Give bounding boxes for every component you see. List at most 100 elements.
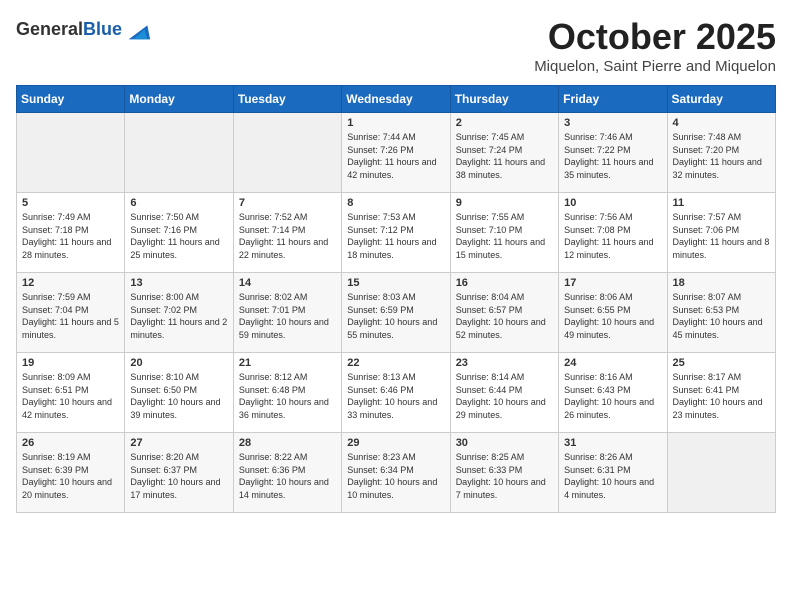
day-info: Sunrise: 7:44 AMSunset: 7:26 PMDaylight:…	[347, 131, 444, 181]
calendar-week-row: 26 Sunrise: 8:19 AMSunset: 6:39 PMDayligh…	[17, 433, 776, 513]
day-number: 13	[130, 277, 227, 289]
logo: GeneralBlue	[16, 16, 152, 44]
day-number: 27	[130, 437, 227, 449]
calendar-cell: 4 Sunrise: 7:48 AMSunset: 7:20 PMDaylight…	[667, 113, 775, 193]
day-number: 14	[239, 277, 336, 289]
day-number: 9	[456, 197, 553, 209]
calendar-week-row: 19 Sunrise: 8:09 AMSunset: 6:51 PMDayligh…	[17, 353, 776, 433]
calendar-cell: 10 Sunrise: 7:56 AMSunset: 7:08 PMDayligh…	[559, 193, 667, 273]
day-number: 5	[22, 197, 119, 209]
calendar-cell: 23Sunrise: 8:14 AMSunset: 6:44 PMDayligh…	[450, 353, 558, 433]
day-number: 28	[239, 437, 336, 449]
calendar-week-row: 12 Sunrise: 7:59 AMSunset: 7:04 PMDayligh…	[17, 273, 776, 353]
calendar-cell: 9 Sunrise: 7:55 AMSunset: 7:10 PMDaylight…	[450, 193, 558, 273]
day-info: Sunrise: 8:22 AMSunset: 6:36 PMDaylight:…	[239, 451, 336, 501]
day-info: Sunrise: 7:52 AMSunset: 7:14 PMDaylight:…	[239, 211, 336, 261]
calendar-cell: 14Sunrise: 8:02 AMSunset: 7:01 PMDayligh…	[233, 273, 341, 353]
day-info: Sunrise: 8:10 AMSunset: 6:50 PMDaylight:…	[130, 371, 227, 421]
calendar-cell: 31 Sunrise: 8:26 AMSunset: 6:31 PMDayligh…	[559, 433, 667, 513]
day-info: Sunrise: 7:46 AMSunset: 7:22 PMDaylight:…	[564, 131, 661, 181]
calendar-cell: 22Sunrise: 8:13 AMSunset: 6:46 PMDayligh…	[342, 353, 450, 433]
day-number: 25	[673, 357, 770, 369]
logo-blue-text: Blue	[83, 19, 122, 39]
day-number: 31	[564, 437, 661, 449]
calendar-cell: 2Sunrise: 7:45 AMSunset: 7:24 PMDaylight…	[450, 113, 558, 193]
title-block: October 2025 Miquelon, Saint Pierre and …	[534, 16, 776, 75]
day-info: Sunrise: 7:48 AMSunset: 7:20 PMDaylight:…	[673, 131, 770, 181]
day-info: Sunrise: 7:59 AMSunset: 7:04 PMDaylight:…	[22, 291, 119, 341]
calendar-cell: 16 Sunrise: 8:04 AMSunset: 6:57 PMDayligh…	[450, 273, 558, 353]
day-info: Sunrise: 8:26 AMSunset: 6:31 PMDaylight:…	[564, 451, 661, 501]
day-info: Sunrise: 8:12 AMSunset: 6:48 PMDaylight:…	[239, 371, 336, 421]
day-number: 15	[347, 277, 444, 289]
day-number: 29	[347, 437, 444, 449]
calendar-week-row: 1 Sunrise: 7:44 AMSunset: 7:26 PMDaylight…	[17, 113, 776, 193]
day-info: Sunrise: 7:57 AMSunset: 7:06 PMDaylight:…	[673, 211, 770, 261]
calendar-cell: 28 Sunrise: 8:22 AMSunset: 6:36 PMDayligh…	[233, 433, 341, 513]
calendar-cell: 20 Sunrise: 8:10 AMSunset: 6:50 PMDayligh…	[125, 353, 233, 433]
day-number: 10	[564, 197, 661, 209]
day-number: 24	[564, 357, 661, 369]
calendar-cell: 17 Sunrise: 8:06 AMSunset: 6:55 PMDayligh…	[559, 273, 667, 353]
day-info: Sunrise: 8:03 AMSunset: 6:59 PMDaylight:…	[347, 291, 444, 341]
day-info: Sunrise: 7:55 AMSunset: 7:10 PMDaylight:…	[456, 211, 553, 261]
calendar-cell: 15 Sunrise: 8:03 AMSunset: 6:59 PMDayligh…	[342, 273, 450, 353]
day-number: 17	[564, 277, 661, 289]
day-info: Sunrise: 8:17 AMSunset: 6:41 PMDaylight:…	[673, 371, 770, 421]
weekday-header-thursday: Thursday	[450, 86, 558, 113]
day-number: 16	[456, 277, 553, 289]
day-number: 8	[347, 197, 444, 209]
calendar-cell: 6 Sunrise: 7:50 AMSunset: 7:16 PMDaylight…	[125, 193, 233, 273]
day-info: Sunrise: 8:06 AMSunset: 6:55 PMDaylight:…	[564, 291, 661, 341]
calendar-cell: 30 Sunrise: 8:25 AMSunset: 6:33 PMDayligh…	[450, 433, 558, 513]
day-info: Sunrise: 7:50 AMSunset: 7:16 PMDaylight:…	[130, 211, 227, 261]
day-info: Sunrise: 8:25 AMSunset: 6:33 PMDaylight:…	[456, 451, 553, 501]
calendar-table: SundayMondayTuesdayWednesdayThursdayFrid…	[16, 85, 776, 513]
month-title: October 2025	[534, 16, 776, 58]
day-info: Sunrise: 8:20 AMSunset: 6:37 PMDaylight:…	[130, 451, 227, 501]
day-info: Sunrise: 8:19 AMSunset: 6:39 PMDaylight:…	[22, 451, 119, 501]
calendar-week-row: 5 Sunrise: 7:49 AMSunset: 7:18 PMDaylight…	[17, 193, 776, 273]
day-info: Sunrise: 8:16 AMSunset: 6:43 PMDaylight:…	[564, 371, 661, 421]
day-info: Sunrise: 8:09 AMSunset: 6:51 PMDaylight:…	[22, 371, 119, 421]
calendar-cell: 24 Sunrise: 8:16 AMSunset: 6:43 PMDayligh…	[559, 353, 667, 433]
weekday-header-wednesday: Wednesday	[342, 86, 450, 113]
day-info: Sunrise: 8:04 AMSunset: 6:57 PMDaylight:…	[456, 291, 553, 341]
day-number: 23	[456, 357, 553, 369]
calendar-cell: 5 Sunrise: 7:49 AMSunset: 7:18 PMDaylight…	[17, 193, 125, 273]
location-subtitle: Miquelon, Saint Pierre and Miquelon	[534, 58, 776, 75]
calendar-cell: 21Sunrise: 8:12 AMSunset: 6:48 PMDayligh…	[233, 353, 341, 433]
day-info: Sunrise: 8:00 AMSunset: 7:02 PMDaylight:…	[130, 291, 227, 341]
page-header: GeneralBlue October 2025 Miquelon, Saint…	[16, 16, 776, 75]
calendar-cell: 29Sunrise: 8:23 AMSunset: 6:34 PMDayligh…	[342, 433, 450, 513]
day-number: 12	[22, 277, 119, 289]
day-info: Sunrise: 8:07 AMSunset: 6:53 PMDaylight:…	[673, 291, 770, 341]
calendar-cell: 12 Sunrise: 7:59 AMSunset: 7:04 PMDayligh…	[17, 273, 125, 353]
weekday-header-sunday: Sunday	[17, 86, 125, 113]
day-number: 11	[673, 197, 770, 209]
weekday-header-friday: Friday	[559, 86, 667, 113]
day-info: Sunrise: 7:56 AMSunset: 7:08 PMDaylight:…	[564, 211, 661, 261]
calendar-cell: 1 Sunrise: 7:44 AMSunset: 7:26 PMDaylight…	[342, 113, 450, 193]
day-number: 30	[456, 437, 553, 449]
calendar-cell: 27 Sunrise: 8:20 AMSunset: 6:37 PMDayligh…	[125, 433, 233, 513]
day-number: 19	[22, 357, 119, 369]
day-number: 7	[239, 197, 336, 209]
day-number: 6	[130, 197, 227, 209]
calendar-cell: 3 Sunrise: 7:46 AMSunset: 7:22 PMDaylight…	[559, 113, 667, 193]
calendar-cell: 8 Sunrise: 7:53 AMSunset: 7:12 PMDaylight…	[342, 193, 450, 273]
day-number: 1	[347, 117, 444, 129]
day-number: 20	[130, 357, 227, 369]
day-number: 3	[564, 117, 661, 129]
calendar-cell: 26 Sunrise: 8:19 AMSunset: 6:39 PMDayligh…	[17, 433, 125, 513]
day-info: Sunrise: 7:53 AMSunset: 7:12 PMDaylight:…	[347, 211, 444, 261]
calendar-cell: 19 Sunrise: 8:09 AMSunset: 6:51 PMDayligh…	[17, 353, 125, 433]
day-number: 26	[22, 437, 119, 449]
weekday-header-saturday: Saturday	[667, 86, 775, 113]
day-info: Sunrise: 7:49 AMSunset: 7:18 PMDaylight:…	[22, 211, 119, 261]
calendar-cell	[667, 433, 775, 513]
weekday-header-monday: Monday	[125, 86, 233, 113]
day-number: 4	[673, 117, 770, 129]
calendar-cell	[233, 113, 341, 193]
day-number: 22	[347, 357, 444, 369]
